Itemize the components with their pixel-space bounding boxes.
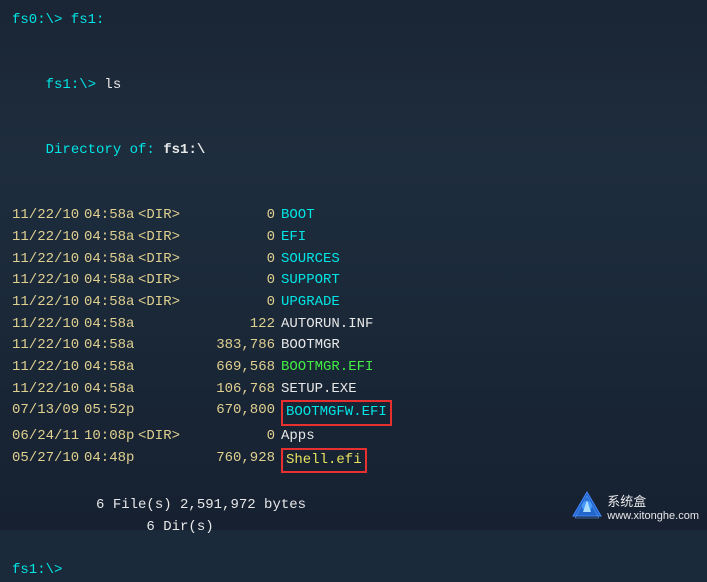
blank-line-1 [12,32,695,54]
entry-dir [138,357,190,379]
entry-date: 11/22/10 [12,227,84,249]
entry-time: 04:58a [84,335,138,357]
entry-dir: <DIR> [138,227,190,249]
entry-date: 11/22/10 [12,314,84,336]
entry-time: 04:58a [84,292,138,314]
entry-dir [138,379,190,401]
entry-name: BOOTMGR [281,335,340,357]
entry-date: 07/13/09 [12,400,84,426]
blank-line-2 [12,184,695,206]
command-line-2: fs1:\> ls [12,53,695,118]
entry-name: UPGRADE [281,292,340,314]
entry-name: SETUP.EXE [281,379,357,401]
entry-date: 11/22/10 [12,292,84,314]
entry-dir: <DIR> [138,292,190,314]
list-item: 11/22/10 04:58a 669,568 BOOTMGR.EFI [12,357,695,379]
entry-size: 106,768 [190,379,275,401]
terminal-window: fs0:\> fs1: fs1:\> ls Directory of: fs1:… [0,0,707,530]
list-item: 11/22/10 04:58a 106,768 SETUP.EXE [12,379,695,401]
list-item: 11/22/10 04:58a <DIR> 0 SOURCES [12,249,695,271]
watermark-url: www.xitonghe.com [607,510,699,522]
watermark-text-block: 系统盒 www.xitonghe.com [607,491,699,522]
entry-name-shell: Shell.efi [281,448,367,474]
entry-time: 04:58a [84,357,138,379]
entry-size: 760,928 [190,448,275,474]
list-item: 11/22/10 04:58a <DIR> 0 UPGRADE [12,292,695,314]
entry-date: 11/22/10 [12,379,84,401]
entry-size: 0 [190,270,275,292]
watermark-site: 系统盒 [607,491,699,510]
dir-path: fs1:\ [163,142,205,158]
entry-size: 0 [190,249,275,271]
entry-name: BOOT [281,205,315,227]
entry-time: 10:08p [84,426,138,448]
list-item: 11/22/10 04:58a <DIR> 0 EFI [12,227,695,249]
entry-dir: <DIR> [138,205,190,227]
entry-name-apps: Apps [281,426,315,448]
list-item: 11/22/10 04:58a 122 AUTORUN.INF [12,314,695,336]
entry-dir: <DIR> [138,270,190,292]
blank-line-4 [12,539,695,561]
entry-size: 0 [190,227,275,249]
list-item: 11/22/10 04:58a <DIR> 0 BOOT [12,205,695,227]
entry-name: EFI [281,227,306,249]
list-item: 05/27/10 04:48p 760,928 Shell.efi [12,448,695,474]
dir-label: Directory of: [46,142,164,158]
entry-size: 670,800 [190,400,275,426]
entry-date: 11/22/10 [12,205,84,227]
entry-size: 0 [190,205,275,227]
list-item: 11/22/10 04:58a 383,786 BOOTMGR [12,335,695,357]
entry-name: SOURCES [281,249,340,271]
highlighted-shell-efi: Shell.efi [281,448,367,474]
directory-of: Directory of: fs1:\ [12,118,695,183]
entry-date: 11/22/10 [12,335,84,357]
entry-size: 669,568 [190,357,275,379]
entry-time: 04:48p [84,448,138,474]
entry-time: 04:58a [84,249,138,271]
entry-time: 04:58a [84,270,138,292]
entry-name-bootmgfw: BOOTMGFW.EFI [281,400,392,426]
watermark-logo-icon [571,490,603,522]
entry-dir: <DIR> [138,426,190,448]
entry-size: 0 [190,292,275,314]
entry-date: 11/22/10 [12,270,84,292]
entry-time: 05:52p [84,400,138,426]
entry-size: 0 [190,426,275,448]
entry-dir [138,335,190,357]
entry-size: 122 [190,314,275,336]
entry-name: AUTORUN.INF [281,314,373,336]
entry-date: 11/22/10 [12,249,84,271]
ls-command: ls [104,77,121,93]
entry-dir [138,448,190,474]
entry-time: 04:58a [84,379,138,401]
entry-date: 11/22/10 [12,357,84,379]
watermark: 系统盒 www.xitonghe.com [571,490,699,522]
entry-date: 05/27/10 [12,448,84,474]
list-item: 11/22/10 04:58a <DIR> 0 SUPPORT [12,270,695,292]
entry-name: BOOTMGR.EFI [281,357,373,379]
prompt-1: fs1:\> [46,77,105,93]
entry-dir [138,400,190,426]
entry-size: 383,786 [190,335,275,357]
list-item: 07/13/09 05:52p 670,800 BOOTMGFW.EFI [12,400,695,426]
entry-dir [138,314,190,336]
entry-time: 04:58a [84,314,138,336]
list-item: 06/24/11 10:08p <DIR> 0 Apps [12,426,695,448]
entry-date: 06/24/11 [12,426,84,448]
highlighted-bootmgfw: BOOTMGFW.EFI [281,400,392,426]
command-line-1: fs0:\> fs1: [12,10,695,32]
entry-time: 04:58a [84,205,138,227]
entry-name: SUPPORT [281,270,340,292]
entry-time: 04:58a [84,227,138,249]
prompt-end: fs1:\> [12,560,695,582]
entry-dir: <DIR> [138,249,190,271]
